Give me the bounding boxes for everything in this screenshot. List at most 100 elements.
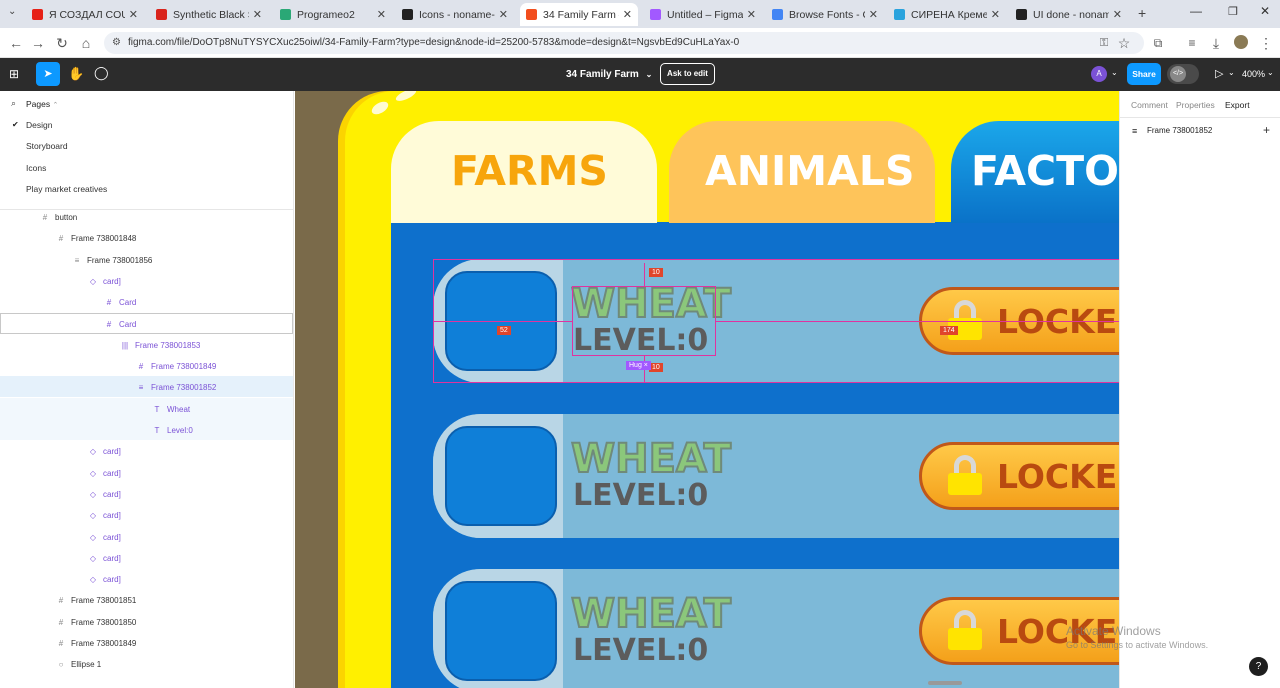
layer-label: Frame 738001849 (151, 362, 217, 372)
dev-mode-toggle[interactable]: </> (1167, 64, 1199, 84)
page-item[interactable]: Storyboard (26, 141, 68, 151)
layer-row[interactable]: ◇ card] (88, 575, 121, 584)
tab-animals[interactable]: ANIMALS (669, 121, 935, 223)
ask-to-edit-button[interactable]: Ask to edit (660, 63, 715, 85)
browser-tab[interactable]: Я СОЗДАЛ COUNTER ✕ (26, 3, 144, 26)
hug-badge[interactable]: Hug × (626, 361, 651, 370)
user-avatar[interactable]: A (1091, 66, 1107, 82)
browser-tab[interactable]: Browse Fonts - Goog ✕ (766, 3, 884, 26)
tab-close-icon[interactable]: ✕ (253, 8, 262, 21)
present-icon[interactable]: ▷ (1215, 67, 1223, 80)
chevron-down-icon[interactable]: ⌄ (1267, 68, 1274, 77)
locked-button[interactable]: LOCKED (919, 442, 1119, 510)
measure-badge-bottom: 10 (649, 363, 663, 372)
reload-icon[interactable]: ↻ (54, 35, 70, 51)
layer-row[interactable]: ◇ card] (88, 277, 121, 286)
layer-row[interactable]: ◇ card] (88, 554, 121, 563)
tab-close-icon[interactable]: ✕ (377, 8, 386, 21)
frame-icon: # (42, 213, 48, 222)
minimize-icon[interactable]: — (1190, 4, 1202, 18)
layer-row[interactable]: ||| Frame 738001853 (120, 341, 201, 350)
tab-close-icon[interactable]: ✕ (129, 8, 138, 21)
layer-row[interactable]: ◇ card] (88, 511, 121, 520)
layer-row[interactable]: # Card (104, 298, 137, 307)
close-window-icon[interactable]: ✕ (1260, 4, 1270, 18)
item-card[interactable]: WHEATLEVEL:0LOCKED (433, 569, 1119, 688)
page-item[interactable]: Design (26, 120, 52, 130)
profile-avatar[interactable] (1234, 35, 1248, 49)
tab-close-icon[interactable]: ✕ (623, 8, 632, 21)
layer-row[interactable]: ◇ card] (88, 490, 121, 499)
tab-close-icon[interactable]: ✕ (499, 8, 508, 21)
layer-highlight (0, 397, 293, 419)
back-icon[interactable]: ← (8, 35, 24, 51)
layer-label: card] (103, 532, 121, 542)
layer-row[interactable]: # Frame 738001850 (56, 618, 137, 627)
frame-icon: # (58, 596, 64, 606)
browser-tab[interactable]: UI done - noname-di ✕ (1010, 3, 1128, 26)
layer-row[interactable]: ≡ Frame 738001852 (136, 383, 217, 392)
media-icon[interactable]: ≡ (1184, 35, 1200, 51)
browser-tab[interactable]: СИРЕНА Кременчук ✕ (888, 3, 1006, 26)
layer-row[interactable]: # Card (104, 320, 137, 329)
tab-close-icon[interactable]: ✕ (991, 8, 1000, 21)
tab-label: СИРЕНА Кременчук (911, 8, 987, 21)
browser-tab[interactable]: Untitled – Figma ✕ (644, 3, 762, 26)
tab-close-icon[interactable]: ✕ (1113, 8, 1122, 21)
layer-row[interactable]: T Level:0 (152, 426, 193, 435)
browser-tab[interactable]: Programeo2 ✕ (274, 3, 392, 26)
tab-close-icon[interactable]: ✕ (869, 8, 878, 21)
layer-row[interactable]: # Frame 738001849 (136, 362, 217, 372)
add-export-icon[interactable]: + (1263, 123, 1270, 137)
browser-tab[interactable]: Synthetic Black S ✕ (150, 3, 268, 26)
layer-row[interactable]: # Frame 738001851 (56, 596, 137, 606)
layer-row[interactable]: # button (40, 213, 77, 222)
layer-row[interactable]: ◇ card] (88, 533, 121, 542)
layer-row[interactable]: # Frame 738001849 (56, 639, 137, 648)
tab-close-icon[interactable]: ✕ (747, 8, 756, 21)
help-button[interactable]: ? (1249, 657, 1268, 676)
pages-header[interactable]: Pages ⌃ (26, 99, 58, 109)
tab-factory[interactable]: FACTOR (951, 121, 1119, 223)
new-tab-button[interactable]: + (1138, 5, 1146, 21)
tab-search-icon[interactable]: ⌄ (8, 6, 16, 17)
comment-tool-icon[interactable]: ◯ (94, 65, 109, 81)
bookmark-star-icon[interactable]: ☆ (1116, 35, 1132, 51)
extensions-icon[interactable]: ⧉ (1150, 35, 1166, 51)
page-item[interactable]: Icons (26, 163, 46, 173)
tab-comment[interactable]: Comment (1131, 100, 1168, 110)
design-canvas[interactable]: FARMS ANIMALS FACTOR WHEATLEVEL:0LOCKED W… (295, 91, 1119, 688)
item-card[interactable]: WHEATLEVEL:0LOCKED (433, 414, 1119, 538)
site-info-icon[interactable]: ⚙ (112, 32, 121, 54)
layer-row[interactable]: # Frame 738001848 (56, 234, 137, 243)
tab-export[interactable]: Export (1225, 100, 1250, 110)
forward-icon[interactable]: → (30, 35, 46, 51)
layer-row[interactable]: ≡ Frame 738001856 (72, 256, 153, 265)
url-field[interactable]: ⚙ figma.com/file/DoOTp8NuTYSYCXuc25oiwl/… (104, 32, 1144, 54)
browser-tab[interactable]: Icons - noname-digi ✕ (396, 3, 514, 26)
layer-row[interactable]: ○ Ellipse 1 (56, 660, 102, 669)
home-icon[interactable]: ⌂ (78, 35, 94, 51)
password-icon[interactable]: ⚿ (1096, 35, 1112, 51)
canvas-scrollbar[interactable] (928, 681, 962, 685)
chevron-down-icon[interactable]: ⌄ (1228, 68, 1235, 77)
tab-properties[interactable]: Properties (1176, 100, 1215, 110)
chevron-down-icon[interactable]: ⌄ (1111, 68, 1118, 77)
browser-menu-icon[interactable]: ⋮ (1258, 35, 1274, 51)
layer-row[interactable]: ◇ card] (88, 447, 121, 456)
browser-tab[interactable]: 34 Family Farm – Fig ✕ (520, 3, 638, 26)
file-name[interactable]: 34 Family Farm ⌄ (566, 69, 652, 80)
hand-tool-icon[interactable]: ✋ (68, 66, 84, 82)
layer-row[interactable]: ◇ card] (88, 469, 121, 478)
restore-icon[interactable]: ❐ (1228, 5, 1238, 18)
panel-divider (0, 209, 293, 210)
layer-row[interactable]: T Wheat (152, 405, 191, 414)
move-tool-button[interactable]: ➤ (36, 62, 60, 86)
download-icon[interactable]: ⤓ (1208, 35, 1224, 51)
share-button[interactable]: Share (1127, 63, 1161, 85)
tab-farms[interactable]: FARMS (391, 121, 657, 223)
page-item[interactable]: Play market creatives (26, 184, 107, 194)
figma-menu-icon[interactable]: ⊞ (9, 67, 19, 81)
zoom-level[interactable]: 400% (1242, 69, 1265, 79)
pages-search-icon[interactable]: ⌕ (11, 98, 16, 109)
